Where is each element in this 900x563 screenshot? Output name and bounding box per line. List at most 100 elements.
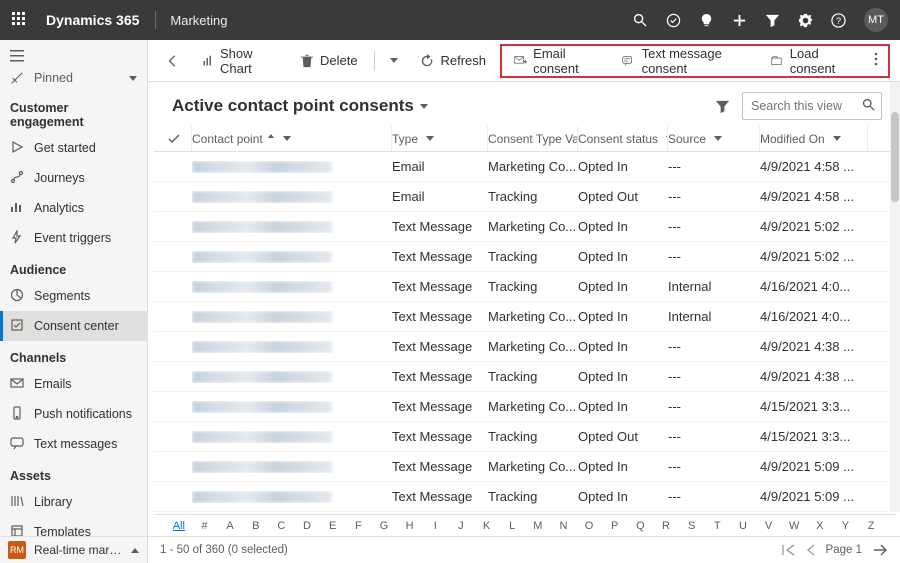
view-title-dropdown[interactable]: Active contact point consents: [172, 96, 428, 116]
nav-item-templates[interactable]: Templates: [0, 517, 147, 536]
table-row[interactable]: Text MessageTrackingOpted InInternal4/16…: [154, 272, 896, 302]
gear-icon[interactable]: [798, 13, 813, 28]
collapse-nav-button[interactable]: [0, 46, 147, 67]
delete-button[interactable]: Delete: [292, 49, 366, 72]
alpha-m[interactable]: M: [525, 520, 551, 532]
cell-source: ---: [668, 249, 760, 264]
table-row[interactable]: Text MessageMarketing Co...Opted In---4/…: [154, 212, 896, 242]
alpha-o[interactable]: O: [576, 520, 602, 532]
alpha-v[interactable]: V: [756, 520, 782, 532]
search-icon[interactable]: [862, 98, 876, 112]
nav-item-library[interactable]: Library: [0, 487, 147, 517]
alpha-d[interactable]: D: [294, 520, 320, 532]
alpha-j[interactable]: J: [448, 520, 474, 532]
col-consent-type-value[interactable]: Consent Type Va...: [488, 126, 578, 151]
table-row[interactable]: Text MessageMarketing Co...Opted InInter…: [154, 302, 896, 332]
brand-name[interactable]: Dynamics 365: [46, 12, 139, 28]
alpha-x[interactable]: X: [807, 520, 833, 532]
alpha-s[interactable]: S: [679, 520, 705, 532]
filter-button[interactable]: [715, 99, 730, 114]
next-page-button[interactable]: [872, 544, 888, 556]
table-row[interactable]: Text MessageMarketing Co...Opted In---4/…: [154, 392, 896, 422]
alpha-c[interactable]: C: [269, 520, 295, 532]
table-row[interactable]: Text MessageMarketing Co...Opted In---4/…: [154, 452, 896, 482]
alpha-h[interactable]: H: [397, 520, 423, 532]
app-launcher-icon[interactable]: [12, 12, 28, 28]
nav-item-segments[interactable]: Segments: [0, 281, 147, 311]
alpha-w[interactable]: W: [781, 520, 807, 532]
library-icon: [10, 494, 24, 511]
pinned-section[interactable]: Pinned: [0, 67, 147, 91]
table-row[interactable]: EmailTrackingOpted Out---4/9/2021 4:58 .…: [154, 182, 896, 212]
nav-item-consent-center[interactable]: Consent center: [0, 311, 147, 341]
alpha-n[interactable]: N: [551, 520, 577, 532]
cell-status: Opted In: [578, 399, 668, 414]
cell-type: Text Message: [392, 279, 488, 294]
alpha-l[interactable]: L: [499, 520, 525, 532]
table-row[interactable]: Text MessageTrackingOpted Out---4/15/202…: [154, 422, 896, 452]
alpha-e[interactable]: E: [320, 520, 346, 532]
alpha-f[interactable]: F: [345, 520, 371, 532]
alpha-t[interactable]: T: [704, 520, 730, 532]
more-commands-button[interactable]: [868, 48, 884, 73]
col-contact-point[interactable]: Contact point: [192, 126, 392, 151]
scrollbar[interactable]: [890, 82, 900, 512]
templates-icon: [10, 524, 24, 537]
first-page-button[interactable]: [782, 544, 796, 556]
redacted-value: [192, 341, 332, 353]
nav-item-get-started[interactable]: Get started: [0, 133, 147, 163]
area-switcher[interactable]: RM Real-time marketi...: [0, 537, 148, 563]
search-icon[interactable]: [633, 13, 648, 28]
filter-icon[interactable]: [765, 13, 780, 28]
nav-item-push-notifications[interactable]: Push notifications: [0, 399, 147, 429]
refresh-button[interactable]: Refresh: [412, 49, 494, 72]
cell-source: ---: [668, 429, 760, 444]
alpha-u[interactable]: U: [730, 520, 756, 532]
col-type[interactable]: Type: [392, 126, 488, 151]
nav-item-emails[interactable]: Emails: [0, 369, 147, 399]
help-icon[interactable]: ?: [831, 13, 846, 28]
email-consent-button[interactable]: Email consent: [506, 42, 608, 80]
alpha-a[interactable]: A: [217, 520, 243, 532]
delete-dropdown[interactable]: [382, 54, 406, 67]
table-row[interactable]: Text MessageTrackingOpted In---4/9/2021 …: [154, 242, 896, 272]
table-row[interactable]: Text MessageMarketing Co...Opted In---4/…: [154, 332, 896, 362]
alpha-q[interactable]: Q: [628, 520, 654, 532]
nav-item-text-messages[interactable]: Text messages: [0, 429, 147, 459]
task-icon[interactable]: [666, 13, 681, 28]
prev-page-button[interactable]: [806, 544, 816, 556]
nav-item-journeys[interactable]: Journeys: [0, 163, 147, 193]
nav-item-analytics[interactable]: Analytics: [0, 193, 147, 223]
cell-modified: 4/9/2021 5:02 ...: [760, 219, 868, 234]
col-source[interactable]: Source: [668, 126, 760, 151]
alpha-#[interactable]: #: [192, 520, 218, 532]
load-consent-button[interactable]: Load consent: [763, 42, 862, 80]
table-row[interactable]: EmailMarketing Co...Opted In---4/9/2021 …: [154, 152, 896, 182]
alpha-r[interactable]: R: [653, 520, 679, 532]
cell-type: Text Message: [392, 219, 488, 234]
alpha-b[interactable]: B: [243, 520, 269, 532]
table-row[interactable]: Text MessageTrackingOpted In---4/9/2021 …: [154, 482, 896, 512]
cell-status: Opted In: [578, 339, 668, 354]
alpha-k[interactable]: K: [474, 520, 500, 532]
table-row[interactable]: Text MessageTrackingOpted In---4/9/2021 …: [154, 362, 896, 392]
bulb-icon[interactable]: [699, 13, 714, 28]
search-input[interactable]: [742, 92, 882, 120]
redacted-value: [192, 191, 332, 203]
module-name[interactable]: Marketing: [170, 13, 227, 28]
select-all-checkbox[interactable]: [168, 126, 192, 151]
alpha-all[interactable]: All: [166, 520, 192, 532]
show-chart-button[interactable]: Show Chart: [194, 42, 286, 80]
nav-item-event-triggers[interactable]: Event triggers: [0, 223, 147, 253]
plus-icon[interactable]: [732, 13, 747, 28]
alpha-i[interactable]: I: [422, 520, 448, 532]
alpha-g[interactable]: G: [371, 520, 397, 532]
user-avatar[interactable]: MT: [864, 8, 888, 32]
col-consent-status[interactable]: Consent status: [578, 126, 668, 151]
back-button[interactable]: [158, 50, 188, 72]
text-consent-button[interactable]: Text message consent: [614, 42, 756, 80]
col-modified[interactable]: Modified On: [760, 126, 868, 151]
alpha-z[interactable]: Z: [858, 520, 884, 532]
alpha-y[interactable]: Y: [833, 520, 859, 532]
alpha-p[interactable]: P: [602, 520, 628, 532]
